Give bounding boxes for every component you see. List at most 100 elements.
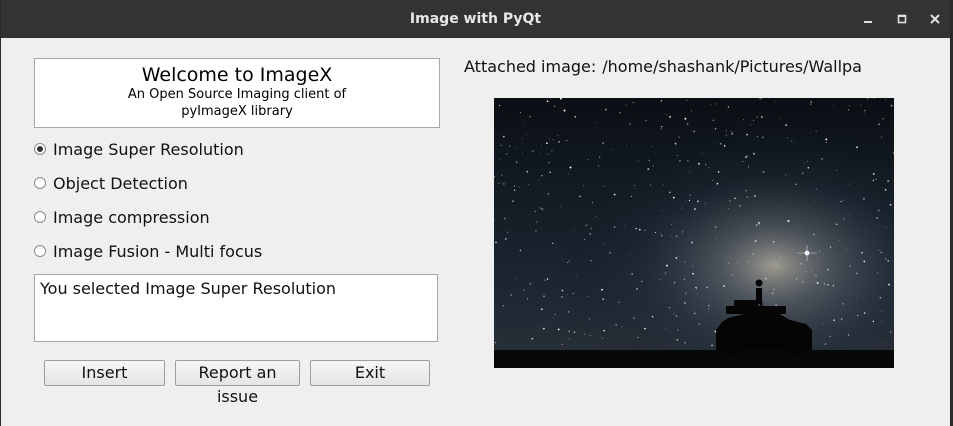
star-dot xyxy=(822,323,824,325)
star-dot xyxy=(675,257,678,259)
star-dot xyxy=(842,303,844,305)
star-dot xyxy=(529,115,532,118)
star-dot xyxy=(819,250,821,253)
star-dot xyxy=(567,294,568,296)
star-dot xyxy=(645,119,647,122)
star-dot xyxy=(727,262,730,264)
radio-object-detection[interactable]: Object Detection xyxy=(34,173,188,193)
star-dot xyxy=(883,142,885,143)
star-dot xyxy=(553,105,556,108)
welcome-subtitle-line2: pyImageX library xyxy=(181,104,293,119)
star-dot xyxy=(496,146,498,147)
star-dot xyxy=(755,223,758,226)
star-dot xyxy=(499,104,501,107)
star-dot xyxy=(845,129,847,131)
star-dot xyxy=(716,239,717,241)
star-dot xyxy=(714,226,717,228)
star-dot xyxy=(547,153,550,155)
star-dot xyxy=(684,341,687,344)
star-dot xyxy=(695,286,697,289)
star-dot xyxy=(568,173,569,175)
star-dot xyxy=(659,279,661,281)
star-dot xyxy=(506,231,509,234)
star-dot xyxy=(809,131,811,133)
star-dot xyxy=(805,270,807,272)
star-dot xyxy=(546,278,549,280)
insert-button[interactable]: Insert xyxy=(44,360,165,386)
star-dot xyxy=(579,195,581,198)
star-dot xyxy=(693,208,696,210)
star-dot xyxy=(505,238,507,240)
star-dot xyxy=(750,124,752,126)
radio-image-compression[interactable]: Image compression xyxy=(34,207,210,227)
star-dot xyxy=(835,223,838,226)
star-dot xyxy=(864,109,866,112)
star-dot xyxy=(684,117,687,120)
star-dot xyxy=(514,189,516,191)
radio-button-checked[interactable] xyxy=(34,143,46,155)
star-dot xyxy=(618,301,620,303)
star-dot xyxy=(727,207,729,209)
minimize-button[interactable] xyxy=(858,9,878,29)
star-dot xyxy=(568,260,570,262)
radio-button[interactable] xyxy=(34,211,46,223)
star-dot xyxy=(712,180,714,182)
star-dot xyxy=(557,134,559,136)
star-dot xyxy=(692,265,694,267)
radio-button[interactable] xyxy=(34,177,46,189)
radio-super-resolution[interactable]: Image Super Resolution xyxy=(34,139,244,159)
star-dot xyxy=(652,164,654,167)
star-dot xyxy=(747,166,750,168)
star-dot xyxy=(677,155,679,156)
star-dot xyxy=(698,323,701,326)
star-dot xyxy=(626,145,628,147)
star-dot xyxy=(705,163,707,166)
star-dot xyxy=(807,167,810,169)
star-dot xyxy=(825,142,827,144)
star-dot xyxy=(752,253,755,255)
star-dot xyxy=(660,100,663,102)
exit-button[interactable]: Exit xyxy=(310,360,430,386)
star-dot xyxy=(888,283,890,286)
star-dot xyxy=(746,133,748,136)
star-dot xyxy=(587,176,588,178)
star-dot xyxy=(779,118,781,120)
close-button[interactable] xyxy=(925,9,945,29)
star-dot xyxy=(681,207,683,209)
star-dot xyxy=(590,227,592,230)
star-dot xyxy=(872,320,875,323)
star-dot xyxy=(795,183,798,185)
star-dot xyxy=(591,202,593,204)
radio-label: Image Super Resolution xyxy=(53,139,244,159)
star-dot xyxy=(806,160,808,162)
star-dot xyxy=(860,104,862,106)
star-dot xyxy=(508,145,511,148)
star-dot xyxy=(885,98,886,100)
star-dot xyxy=(846,249,847,251)
radio-button[interactable] xyxy=(34,245,46,257)
star-dot xyxy=(500,144,502,146)
star-dot xyxy=(666,264,668,267)
maximize-button[interactable] xyxy=(892,9,912,29)
star-dot xyxy=(611,149,613,150)
star-dot xyxy=(689,171,690,172)
star-dot xyxy=(574,115,577,118)
selection-output-box[interactable]: You selected Image Super Resolution xyxy=(34,274,438,342)
star-dot xyxy=(670,235,672,236)
radio-image-fusion[interactable]: Image Fusion - Multi focus xyxy=(34,241,262,261)
title-bar[interactable]: Image with PyQt xyxy=(1,0,950,38)
star-dot xyxy=(884,343,886,345)
star-dot xyxy=(595,122,596,124)
report-issue-button[interactable]: Report an issue xyxy=(175,360,300,406)
star-dot xyxy=(848,183,850,185)
star-dot xyxy=(668,306,671,309)
star-dot xyxy=(778,206,780,208)
star-dot xyxy=(816,281,819,284)
star-dot xyxy=(611,347,613,348)
star-dot xyxy=(734,197,737,200)
star-dot xyxy=(764,277,767,280)
star-dot xyxy=(863,312,866,314)
star-dot xyxy=(575,274,577,276)
star-dot xyxy=(676,338,679,341)
star-dot xyxy=(710,103,712,105)
